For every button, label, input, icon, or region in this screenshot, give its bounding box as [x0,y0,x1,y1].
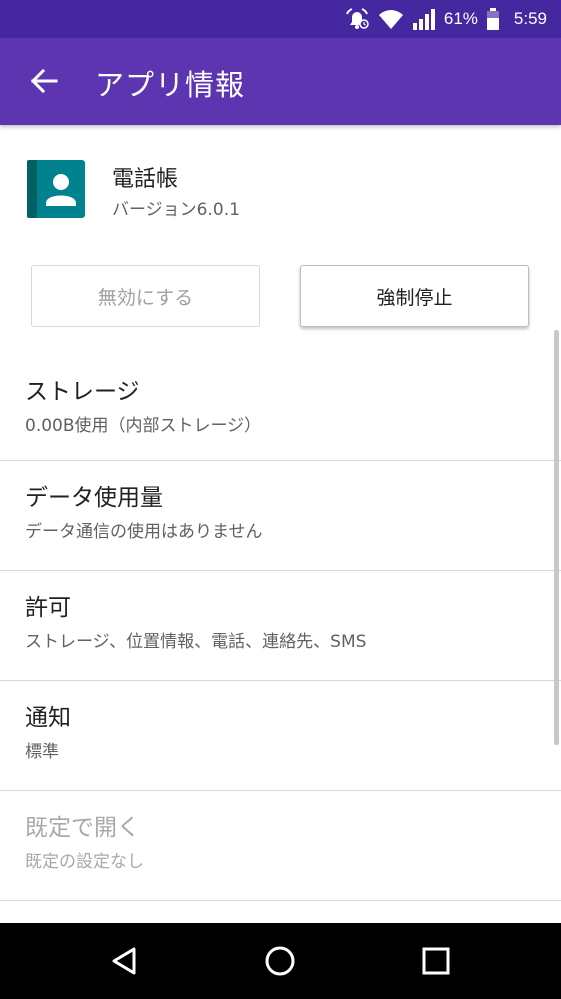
alarm-icon [344,7,370,31]
disable-button[interactable]: 無効にする [31,265,260,327]
item-subtitle: 標準 [25,742,59,762]
scrollbar[interactable] [554,330,559,745]
list-item-storage[interactable]: ストレージ 0.00B使用（内部ストレージ） [0,355,561,461]
item-title: 許可 [25,595,71,621]
nav-back-button[interactable] [107,943,143,979]
item-subtitle: 既定の設定なし [25,852,144,872]
status-bar: 61% 5:59 [0,0,561,38]
wifi-icon [378,8,404,30]
back-triangle-icon [112,947,136,975]
item-title: 既定で開く [25,815,140,841]
item-title: ストレージ [25,379,140,405]
list-item-data-usage[interactable]: データ使用量 データ通信の使用はありません [0,461,561,571]
item-title: 通知 [25,705,71,731]
list-item-open-by-default[interactable]: 既定で開く 既定の設定なし [0,791,561,901]
contacts-icon [27,160,85,218]
nav-home-button[interactable] [262,943,298,979]
app-version: バージョン6.0.1 [112,200,240,220]
clock: 5:59 [513,9,547,28]
app-header: 電話帳 バージョン6.0.1 [0,125,561,245]
signal-icon [412,7,436,31]
list-item-permissions[interactable]: 許可 ストレージ、位置情報、電話、連絡先、SMS [0,571,561,681]
navigation-bar [0,923,561,999]
home-circle-icon [265,946,295,976]
app-name: 電話帳 [112,167,179,192]
list-item-notifications[interactable]: 通知 標準 [0,681,561,791]
arrow-back-icon [30,68,58,94]
recents-square-icon [422,947,450,975]
status-icons: 61% 5:59 [344,0,547,38]
nav-recents-button[interactable] [418,943,454,979]
battery-percent: 61% [443,9,478,28]
battery-icon [486,7,500,31]
item-title: データ使用量 [25,485,163,511]
page-title: アプリ情報 [95,68,246,102]
back-button[interactable] [26,63,62,99]
force-stop-button[interactable]: 強制停止 [300,265,529,327]
app-bar: アプリ情報 [0,38,561,125]
item-subtitle: 0.00B使用（内部ストレージ） [25,416,262,436]
item-subtitle: データ通信の使用はありません [25,522,263,542]
item-subtitle: ストレージ、位置情報、電話、連絡先、SMS [25,632,367,652]
